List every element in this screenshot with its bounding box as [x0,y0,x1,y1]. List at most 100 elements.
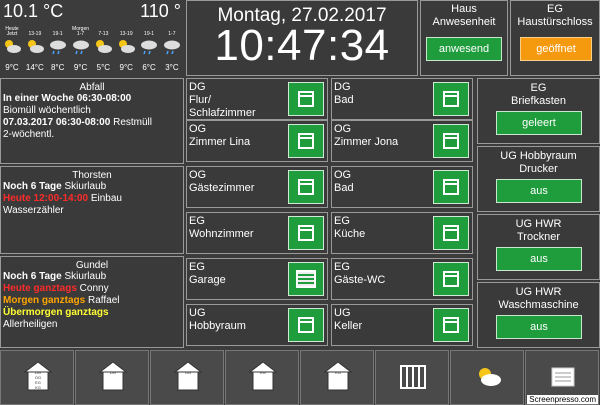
clock-label: 10:47:34 [214,21,390,70]
room-floor: DG [334,81,351,93]
door-lock-button[interactable]: geöffnet [520,37,592,61]
window-status-button[interactable] [433,170,469,204]
abfall-line: 2-wöchentl. [3,129,55,140]
sun-cloud-icon [93,38,113,61]
gundel-calendar: Gundel Noch 6 Tage Skiurlaub Heute ganzt… [0,256,184,348]
device-status-button[interactable]: aus [496,247,582,271]
room-name: Bad [334,182,354,194]
room-name: Gäste-WC [334,274,386,286]
window-status-button[interactable] [433,308,469,342]
forecast-temp-row: 9°C 14°C 8°C 9°C 5°C 9°C 6°C 3°C [2,63,182,72]
forecast-hour: Jetzt [6,31,18,37]
forecast-hour: 19-1 [52,31,63,37]
forecast-icon-row [2,38,182,61]
room-tile[interactable]: EG Küche [331,212,473,254]
calendar-what: Skiurlaub [61,181,107,192]
floor-label: KG [335,370,341,375]
house-eg-icon: EG [248,361,278,391]
abfall-line: Biomüll wöchentlich [3,105,91,116]
forecast-hour: 1-7 [168,31,176,37]
window-icon [443,225,459,241]
calendar-what: Wasserzähler [3,205,64,216]
window-status-button[interactable] [288,170,324,204]
weather-panel[interactable]: 10.1 °C 110 ° Heute Morgen Jetzt 13-19 1… [0,0,184,76]
window-status-button[interactable] [288,82,324,116]
room-floor: OG [189,123,207,135]
cloud-rain-icon [139,38,159,61]
room-tile[interactable]: OG Gästezimmer [186,166,328,208]
presence-title: Haus Anwesenheit [432,3,496,28]
room-tile[interactable]: OG Zimmer Jona [331,120,473,162]
window-status-button[interactable] [433,124,469,158]
watermark: Screenpresso.com [527,395,598,404]
floor-label: OG [185,370,191,375]
presence-button[interactable]: anwesend [426,37,502,61]
room-name: Zimmer Jona [334,136,399,148]
window-icon [443,91,459,107]
device-card: UG Hobbyraum Drucker aus [477,146,600,212]
door-lock-title: EG Haustürschloss [517,3,593,28]
forecast-temp: 9°C [119,63,133,72]
forecast-temp: 9°C [5,63,19,72]
shutter-icon [296,270,316,288]
device-status-button[interactable]: geleert [496,111,582,135]
window-status-button[interactable] [433,82,469,116]
room-name: Garage [189,274,226,286]
device-card: EG Briefkasten geleert [477,78,600,144]
radiator-icon [400,365,426,389]
nav-button[interactable] [375,350,449,405]
forecast-hour: 7-13 [98,31,109,37]
nav-button[interactable]: OG [150,350,224,405]
sun-cloud-icon [116,38,136,61]
window-status-button[interactable] [433,262,469,296]
window-icon [298,91,314,107]
abfall-line: In einer Woche 06:30-08:00 [3,93,132,104]
room-name: Bad [334,94,354,106]
nav-button[interactable]: DG OG EG KG [0,350,74,405]
forecast-hour-row: Jetzt 13-19 19-1 1-7 7-13 13-19 19-1 1-7 [2,31,182,37]
room-tile[interactable]: EG Wohnzimmer [186,212,328,254]
window-status-button[interactable] [288,262,324,296]
abfall-date: 07.03.2017 06:30-08:00 [3,117,111,128]
weather-icon [479,368,501,386]
nav-button[interactable]: KG [300,350,374,405]
floor-label: DG [110,370,116,375]
device-title: EG Briefkasten [510,82,567,107]
room-tile[interactable]: EG Gäste-WC [331,258,473,300]
room-tile[interactable]: DG Flur/Schlafzimmer [186,78,328,120]
window-icon [298,133,314,149]
forecast-temp: 5°C [96,63,111,72]
thorsten-heading: Thorsten [72,170,112,181]
room-floor: UG [334,307,351,319]
calendar-what: Skiurlaub [61,271,107,282]
forecast-temp: 8°C [50,63,65,72]
calendar-what: Raffael [85,295,120,306]
room-tile[interactable]: UG Hobbyraum [186,304,328,346]
window-status-button[interactable] [288,124,324,158]
room-tile[interactable]: OG Zimmer Lina [186,120,328,162]
window-status-button[interactable] [288,308,324,342]
room-tile[interactable]: EG Garage [186,258,328,300]
device-status-button[interactable]: aus [496,179,582,203]
calendar-when: Heute 12:00-14:00 [3,193,89,204]
calendar-when: Übermorgen ganztags [3,307,109,318]
nav-button[interactable]: DG [75,350,149,405]
floor-label: KG [35,385,41,390]
room-floor: EG [189,215,205,227]
nav-button[interactable] [450,350,524,405]
nav-button[interactable]: EG [225,350,299,405]
current-humidity: 110 ° [140,1,181,21]
room-floor: EG [334,215,350,227]
device-status-button[interactable]: aus [496,315,582,339]
abfall-panel: Abfall In einer Woche 06:30-08:00 Biomül… [0,78,184,164]
room-tile[interactable]: UG Keller [331,304,473,346]
window-status-button[interactable] [433,216,469,250]
newspaper-icon [551,367,575,387]
room-name: Gästezimmer [189,182,255,194]
calendar-when: Noch 6 Tage [3,181,62,192]
house-dg-icon: DG [98,361,128,391]
room-tile[interactable]: OG Bad [331,166,473,208]
room-tile[interactable]: DG Bad [331,78,473,120]
room-floor: UG [189,307,206,319]
window-status-button[interactable] [288,216,324,250]
